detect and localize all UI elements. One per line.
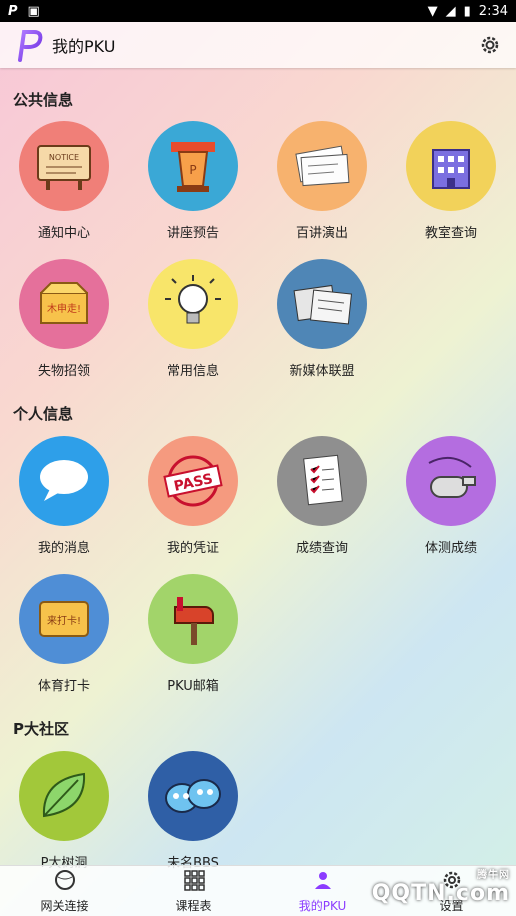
tile-label: 通知中心 bbox=[37, 226, 90, 241]
tree-hole-tile[interactable]: P大树洞 bbox=[9, 751, 119, 881]
status-time: 2:34 bbox=[478, 3, 508, 19]
chat-bubble-icon bbox=[19, 436, 109, 526]
battery-icon: ▮ bbox=[463, 3, 471, 19]
svg-text:P: P bbox=[189, 163, 196, 177]
svg-text:木申走!: 木申走! bbox=[47, 302, 81, 315]
leaf-icon bbox=[19, 751, 109, 841]
lightbulb-icon bbox=[148, 259, 238, 349]
building-icon bbox=[406, 121, 496, 211]
lost-box-icon: 木申走! bbox=[19, 259, 109, 349]
my-credential-tile[interactable]: PASS 我的凭证 bbox=[138, 436, 248, 566]
podium-icon: P bbox=[148, 121, 238, 211]
tile-label: 讲座预告 bbox=[166, 226, 219, 241]
person-icon bbox=[312, 869, 334, 895]
tile-label: 我的消息 bbox=[37, 541, 90, 556]
tab-label: 我的PKU bbox=[298, 898, 347, 913]
section-title-public: 公共信息 bbox=[13, 91, 74, 109]
tickets-icon bbox=[277, 121, 367, 211]
page-title: 我的PKU bbox=[52, 37, 116, 56]
app-logo-icon bbox=[12, 28, 46, 62]
tile-label: 新媒体联盟 bbox=[289, 364, 355, 379]
notice-board-icon: NOTICE bbox=[19, 121, 109, 211]
checklist-icon bbox=[277, 436, 367, 526]
performance-tile[interactable]: 百讲演出 bbox=[267, 121, 377, 251]
newspaper-icon bbox=[277, 259, 367, 349]
tile-label: 成绩查询 bbox=[295, 541, 348, 556]
signal-icon: ◢ bbox=[445, 3, 456, 19]
checkin-sign-icon: 来打卡! bbox=[19, 574, 109, 664]
whistle-icon bbox=[406, 436, 496, 526]
common-info-tile[interactable]: 常用信息 bbox=[138, 259, 248, 389]
tab-schedule[interactable]: 课程表 bbox=[129, 866, 258, 916]
mailbox-icon bbox=[148, 574, 238, 664]
tile-label: 常用信息 bbox=[166, 364, 219, 379]
classroom-query-tile[interactable]: 教室查询 bbox=[396, 121, 506, 251]
image-icon: ▣ bbox=[27, 3, 40, 19]
tile-label: 我的凭证 bbox=[166, 541, 219, 556]
status-bar: P ▣ ▼ ◢ ▮ 2:34 bbox=[0, 0, 516, 22]
weiming-bbs-tile[interactable]: 未名BBS bbox=[138, 751, 248, 881]
lecture-preview-tile[interactable]: P 讲座预告 bbox=[138, 121, 248, 251]
tile-label: 体测成绩 bbox=[424, 541, 477, 556]
grid-icon bbox=[183, 869, 205, 895]
tab-label: 课程表 bbox=[175, 898, 212, 913]
pku-mail-tile[interactable]: PKU邮箱 bbox=[138, 574, 248, 704]
tab-label: 网关连接 bbox=[40, 898, 89, 913]
tile-label: 体育打卡 bbox=[37, 679, 90, 694]
sports-checkin-tile[interactable]: 来打卡! 体育打卡 bbox=[9, 574, 119, 704]
fitness-score-tile[interactable]: 体测成绩 bbox=[396, 436, 506, 566]
svg-text:来打卡!: 来打卡! bbox=[47, 614, 81, 627]
globe-icon bbox=[54, 869, 76, 895]
bbs-faces-icon bbox=[148, 751, 238, 841]
my-messages-tile[interactable]: 我的消息 bbox=[9, 436, 119, 566]
tile-label: 失物招领 bbox=[37, 364, 90, 379]
tile-label: 百讲演出 bbox=[295, 226, 348, 241]
tab-my-pku[interactable]: 我的PKU bbox=[258, 866, 387, 916]
tab-gateway[interactable]: 网关连接 bbox=[0, 866, 129, 916]
wifi-icon: ▼ bbox=[427, 3, 438, 19]
svg-text:NOTICE: NOTICE bbox=[49, 153, 79, 162]
p-icon: P bbox=[8, 3, 18, 19]
pass-stamp-icon: PASS bbox=[148, 436, 238, 526]
grade-query-tile[interactable]: 成绩查询 bbox=[267, 436, 377, 566]
new-media-tile[interactable]: 新媒体联盟 bbox=[267, 259, 377, 389]
notice-center-tile[interactable]: NOTICE 通知中心 bbox=[9, 121, 119, 251]
section-title-community: P大社区 bbox=[13, 720, 69, 738]
section-title-personal: 个人信息 bbox=[13, 405, 74, 423]
app-bar: 我的PKU bbox=[0, 22, 516, 68]
tile-label: PKU邮箱 bbox=[167, 679, 219, 694]
tile-label: 教室查询 bbox=[424, 226, 477, 241]
watermark: 腾牛网 QQTN.com bbox=[371, 870, 510, 906]
lost-found-tile[interactable]: 木申走! 失物招领 bbox=[9, 259, 119, 389]
gear-icon[interactable] bbox=[476, 31, 504, 59]
